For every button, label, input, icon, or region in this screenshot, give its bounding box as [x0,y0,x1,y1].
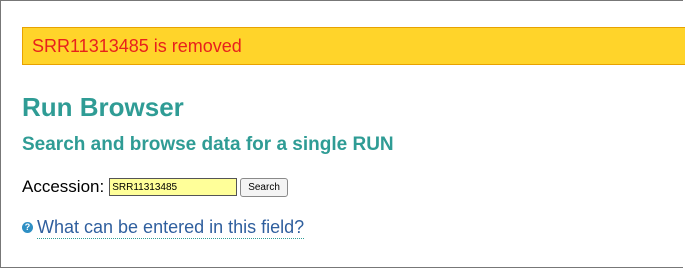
accession-search-form: Accession: Search [22,175,288,199]
help-icon[interactable]: ? [22,222,33,233]
alert-message: SRR11313485 is removed [32,36,242,56]
help-link[interactable]: What can be entered in this field? [37,216,305,239]
help-row: ? What can be entered in this field? [22,216,305,239]
removed-alert-banner: SRR11313485 is removed [22,27,685,65]
page-title: Run Browser [22,92,184,122]
search-button[interactable]: Search [240,177,288,197]
accession-input[interactable] [109,178,238,196]
accession-label: Accession: [22,177,105,196]
page-subtitle: Search and browse data for a single RUN [22,134,394,155]
